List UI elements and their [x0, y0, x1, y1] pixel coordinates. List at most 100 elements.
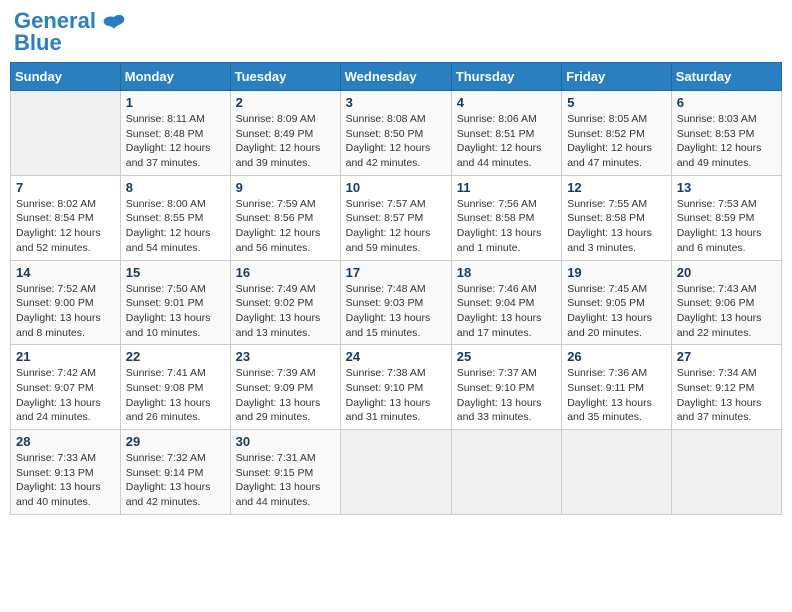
day-number: 17	[346, 265, 446, 280]
day-cell: 27 Sunrise: 7:34 AMSunset: 9:12 PMDayligh…	[671, 345, 781, 430]
day-cell	[671, 430, 781, 515]
day-info: Sunrise: 7:43 AMSunset: 9:06 PMDaylight:…	[677, 282, 776, 341]
day-number: 3	[346, 95, 446, 110]
day-number: 1	[126, 95, 225, 110]
day-cell: 25 Sunrise: 7:37 AMSunset: 9:10 PMDayligh…	[451, 345, 561, 430]
day-cell: 15Sunrise: 7:50 AMSunset: 9:01 PMDayligh…	[120, 260, 230, 345]
day-info: Sunrise: 8:03 AMSunset: 8:53 PMDaylight:…	[677, 112, 776, 171]
day-cell: 2 Sunrise: 8:09 AMSunset: 8:49 PMDaylight…	[230, 91, 340, 176]
day-number: 19	[567, 265, 666, 280]
day-cell: 29Sunrise: 7:32 AMSunset: 9:14 PMDayligh…	[120, 430, 230, 515]
day-number: 4	[457, 95, 556, 110]
day-cell: 6 Sunrise: 8:03 AMSunset: 8:53 PMDaylight…	[671, 91, 781, 176]
day-cell	[562, 430, 672, 515]
day-cell	[451, 430, 561, 515]
day-cell: 3 Sunrise: 8:08 AMSunset: 8:50 PMDaylight…	[340, 91, 451, 176]
day-info: Sunrise: 8:06 AMSunset: 8:51 PMDaylight:…	[457, 112, 556, 171]
day-info: Sunrise: 7:39 AMSunset: 9:09 PMDaylight:…	[236, 366, 335, 425]
day-cell: 17Sunrise: 7:48 AMSunset: 9:03 PMDayligh…	[340, 260, 451, 345]
day-number: 26	[567, 349, 666, 364]
day-cell: 11 Sunrise: 7:56 AMSunset: 8:58 PMDayligh…	[451, 175, 561, 260]
day-number: 2	[236, 95, 335, 110]
day-number: 14	[16, 265, 115, 280]
logo: GeneralBlue	[14, 10, 128, 54]
day-number: 18	[457, 265, 556, 280]
day-info: Sunrise: 7:53 AMSunset: 8:59 PMDaylight:…	[677, 197, 776, 256]
day-number: 13	[677, 180, 776, 195]
day-cell: 1 Sunrise: 8:11 AMSunset: 8:48 PMDaylight…	[120, 91, 230, 176]
logo-bird-icon	[100, 11, 128, 44]
column-headers: SundayMondayTuesdayWednesdayThursdayFrid…	[11, 63, 782, 91]
day-cell: 13 Sunrise: 7:53 AMSunset: 8:59 PMDayligh…	[671, 175, 781, 260]
day-info: Sunrise: 8:00 AMSunset: 8:55 PMDaylight:…	[126, 197, 225, 256]
week-row-4: 21 Sunrise: 7:42 AMSunset: 9:07 PMDayligh…	[11, 345, 782, 430]
day-cell: 28 Sunrise: 7:33 AMSunset: 9:13 PMDayligh…	[11, 430, 121, 515]
day-cell: 9 Sunrise: 7:59 AMSunset: 8:56 PMDaylight…	[230, 175, 340, 260]
day-number: 30	[236, 434, 335, 449]
day-info: Sunrise: 7:56 AMSunset: 8:58 PMDaylight:…	[457, 197, 556, 256]
day-number: 25	[457, 349, 556, 364]
day-number: 21	[16, 349, 115, 364]
day-info: Sunrise: 7:37 AMSunset: 9:10 PMDaylight:…	[457, 366, 556, 425]
column-header-monday: Monday	[120, 63, 230, 91]
week-row-3: 14 Sunrise: 7:52 AMSunset: 9:00 PMDayligh…	[11, 260, 782, 345]
calendar-table: SundayMondayTuesdayWednesdayThursdayFrid…	[10, 62, 782, 515]
day-number: 28	[16, 434, 115, 449]
day-cell	[340, 430, 451, 515]
day-info: Sunrise: 7:59 AMSunset: 8:56 PMDaylight:…	[236, 197, 335, 256]
week-row-2: 7Sunrise: 8:02 AMSunset: 8:54 PMDaylight…	[11, 175, 782, 260]
day-info: Sunrise: 7:45 AMSunset: 9:05 PMDaylight:…	[567, 282, 666, 341]
day-info: Sunrise: 7:41 AMSunset: 9:08 PMDaylight:…	[126, 366, 225, 425]
day-cell: 24Sunrise: 7:38 AMSunset: 9:10 PMDayligh…	[340, 345, 451, 430]
day-cell: 19 Sunrise: 7:45 AMSunset: 9:05 PMDayligh…	[562, 260, 672, 345]
day-number: 27	[677, 349, 776, 364]
day-cell: 16 Sunrise: 7:49 AMSunset: 9:02 PMDayligh…	[230, 260, 340, 345]
day-cell: 20Sunrise: 7:43 AMSunset: 9:06 PMDayligh…	[671, 260, 781, 345]
day-info: Sunrise: 7:42 AMSunset: 9:07 PMDaylight:…	[16, 366, 115, 425]
day-info: Sunrise: 7:38 AMSunset: 9:10 PMDaylight:…	[346, 366, 446, 425]
day-cell	[11, 91, 121, 176]
column-header-thursday: Thursday	[451, 63, 561, 91]
week-row-5: 28 Sunrise: 7:33 AMSunset: 9:13 PMDayligh…	[11, 430, 782, 515]
day-cell: 22Sunrise: 7:41 AMSunset: 9:08 PMDayligh…	[120, 345, 230, 430]
column-header-sunday: Sunday	[11, 63, 121, 91]
day-number: 23	[236, 349, 335, 364]
day-number: 5	[567, 95, 666, 110]
day-number: 16	[236, 265, 335, 280]
day-number: 6	[677, 95, 776, 110]
day-info: Sunrise: 8:11 AMSunset: 8:48 PMDaylight:…	[126, 112, 225, 171]
day-number: 8	[126, 180, 225, 195]
day-info: Sunrise: 8:09 AMSunset: 8:49 PMDaylight:…	[236, 112, 335, 171]
day-cell: 21 Sunrise: 7:42 AMSunset: 9:07 PMDayligh…	[11, 345, 121, 430]
day-info: Sunrise: 7:49 AMSunset: 9:02 PMDaylight:…	[236, 282, 335, 341]
day-info: Sunrise: 7:36 AMSunset: 9:11 PMDaylight:…	[567, 366, 666, 425]
day-info: Sunrise: 8:05 AMSunset: 8:52 PMDaylight:…	[567, 112, 666, 171]
day-cell: 14 Sunrise: 7:52 AMSunset: 9:00 PMDayligh…	[11, 260, 121, 345]
day-info: Sunrise: 7:52 AMSunset: 9:00 PMDaylight:…	[16, 282, 115, 341]
page-header: GeneralBlue	[10, 10, 782, 54]
day-number: 12	[567, 180, 666, 195]
day-info: Sunrise: 8:02 AMSunset: 8:54 PMDaylight:…	[16, 197, 115, 256]
day-info: Sunrise: 8:08 AMSunset: 8:50 PMDaylight:…	[346, 112, 446, 171]
day-number: 15	[126, 265, 225, 280]
day-number: 9	[236, 180, 335, 195]
column-header-tuesday: Tuesday	[230, 63, 340, 91]
day-cell: 12 Sunrise: 7:55 AMSunset: 8:58 PMDayligh…	[562, 175, 672, 260]
column-header-saturday: Saturday	[671, 63, 781, 91]
day-info: Sunrise: 7:34 AMSunset: 9:12 PMDaylight:…	[677, 366, 776, 425]
day-info: Sunrise: 7:33 AMSunset: 9:13 PMDaylight:…	[16, 451, 115, 510]
day-cell: 4 Sunrise: 8:06 AMSunset: 8:51 PMDaylight…	[451, 91, 561, 176]
day-info: Sunrise: 7:32 AMSunset: 9:14 PMDaylight:…	[126, 451, 225, 510]
day-cell: 18Sunrise: 7:46 AMSunset: 9:04 PMDayligh…	[451, 260, 561, 345]
day-info: Sunrise: 7:55 AMSunset: 8:58 PMDaylight:…	[567, 197, 666, 256]
day-number: 11	[457, 180, 556, 195]
day-info: Sunrise: 7:57 AMSunset: 8:57 PMDaylight:…	[346, 197, 446, 256]
day-cell: 10Sunrise: 7:57 AMSunset: 8:57 PMDayligh…	[340, 175, 451, 260]
day-cell: 26 Sunrise: 7:36 AMSunset: 9:11 PMDayligh…	[562, 345, 672, 430]
day-cell: 23 Sunrise: 7:39 AMSunset: 9:09 PMDayligh…	[230, 345, 340, 430]
column-header-wednesday: Wednesday	[340, 63, 451, 91]
column-header-friday: Friday	[562, 63, 672, 91]
week-row-1: 1 Sunrise: 8:11 AMSunset: 8:48 PMDaylight…	[11, 91, 782, 176]
day-cell: 7Sunrise: 8:02 AMSunset: 8:54 PMDaylight…	[11, 175, 121, 260]
day-cell: 30Sunrise: 7:31 AMSunset: 9:15 PMDayligh…	[230, 430, 340, 515]
